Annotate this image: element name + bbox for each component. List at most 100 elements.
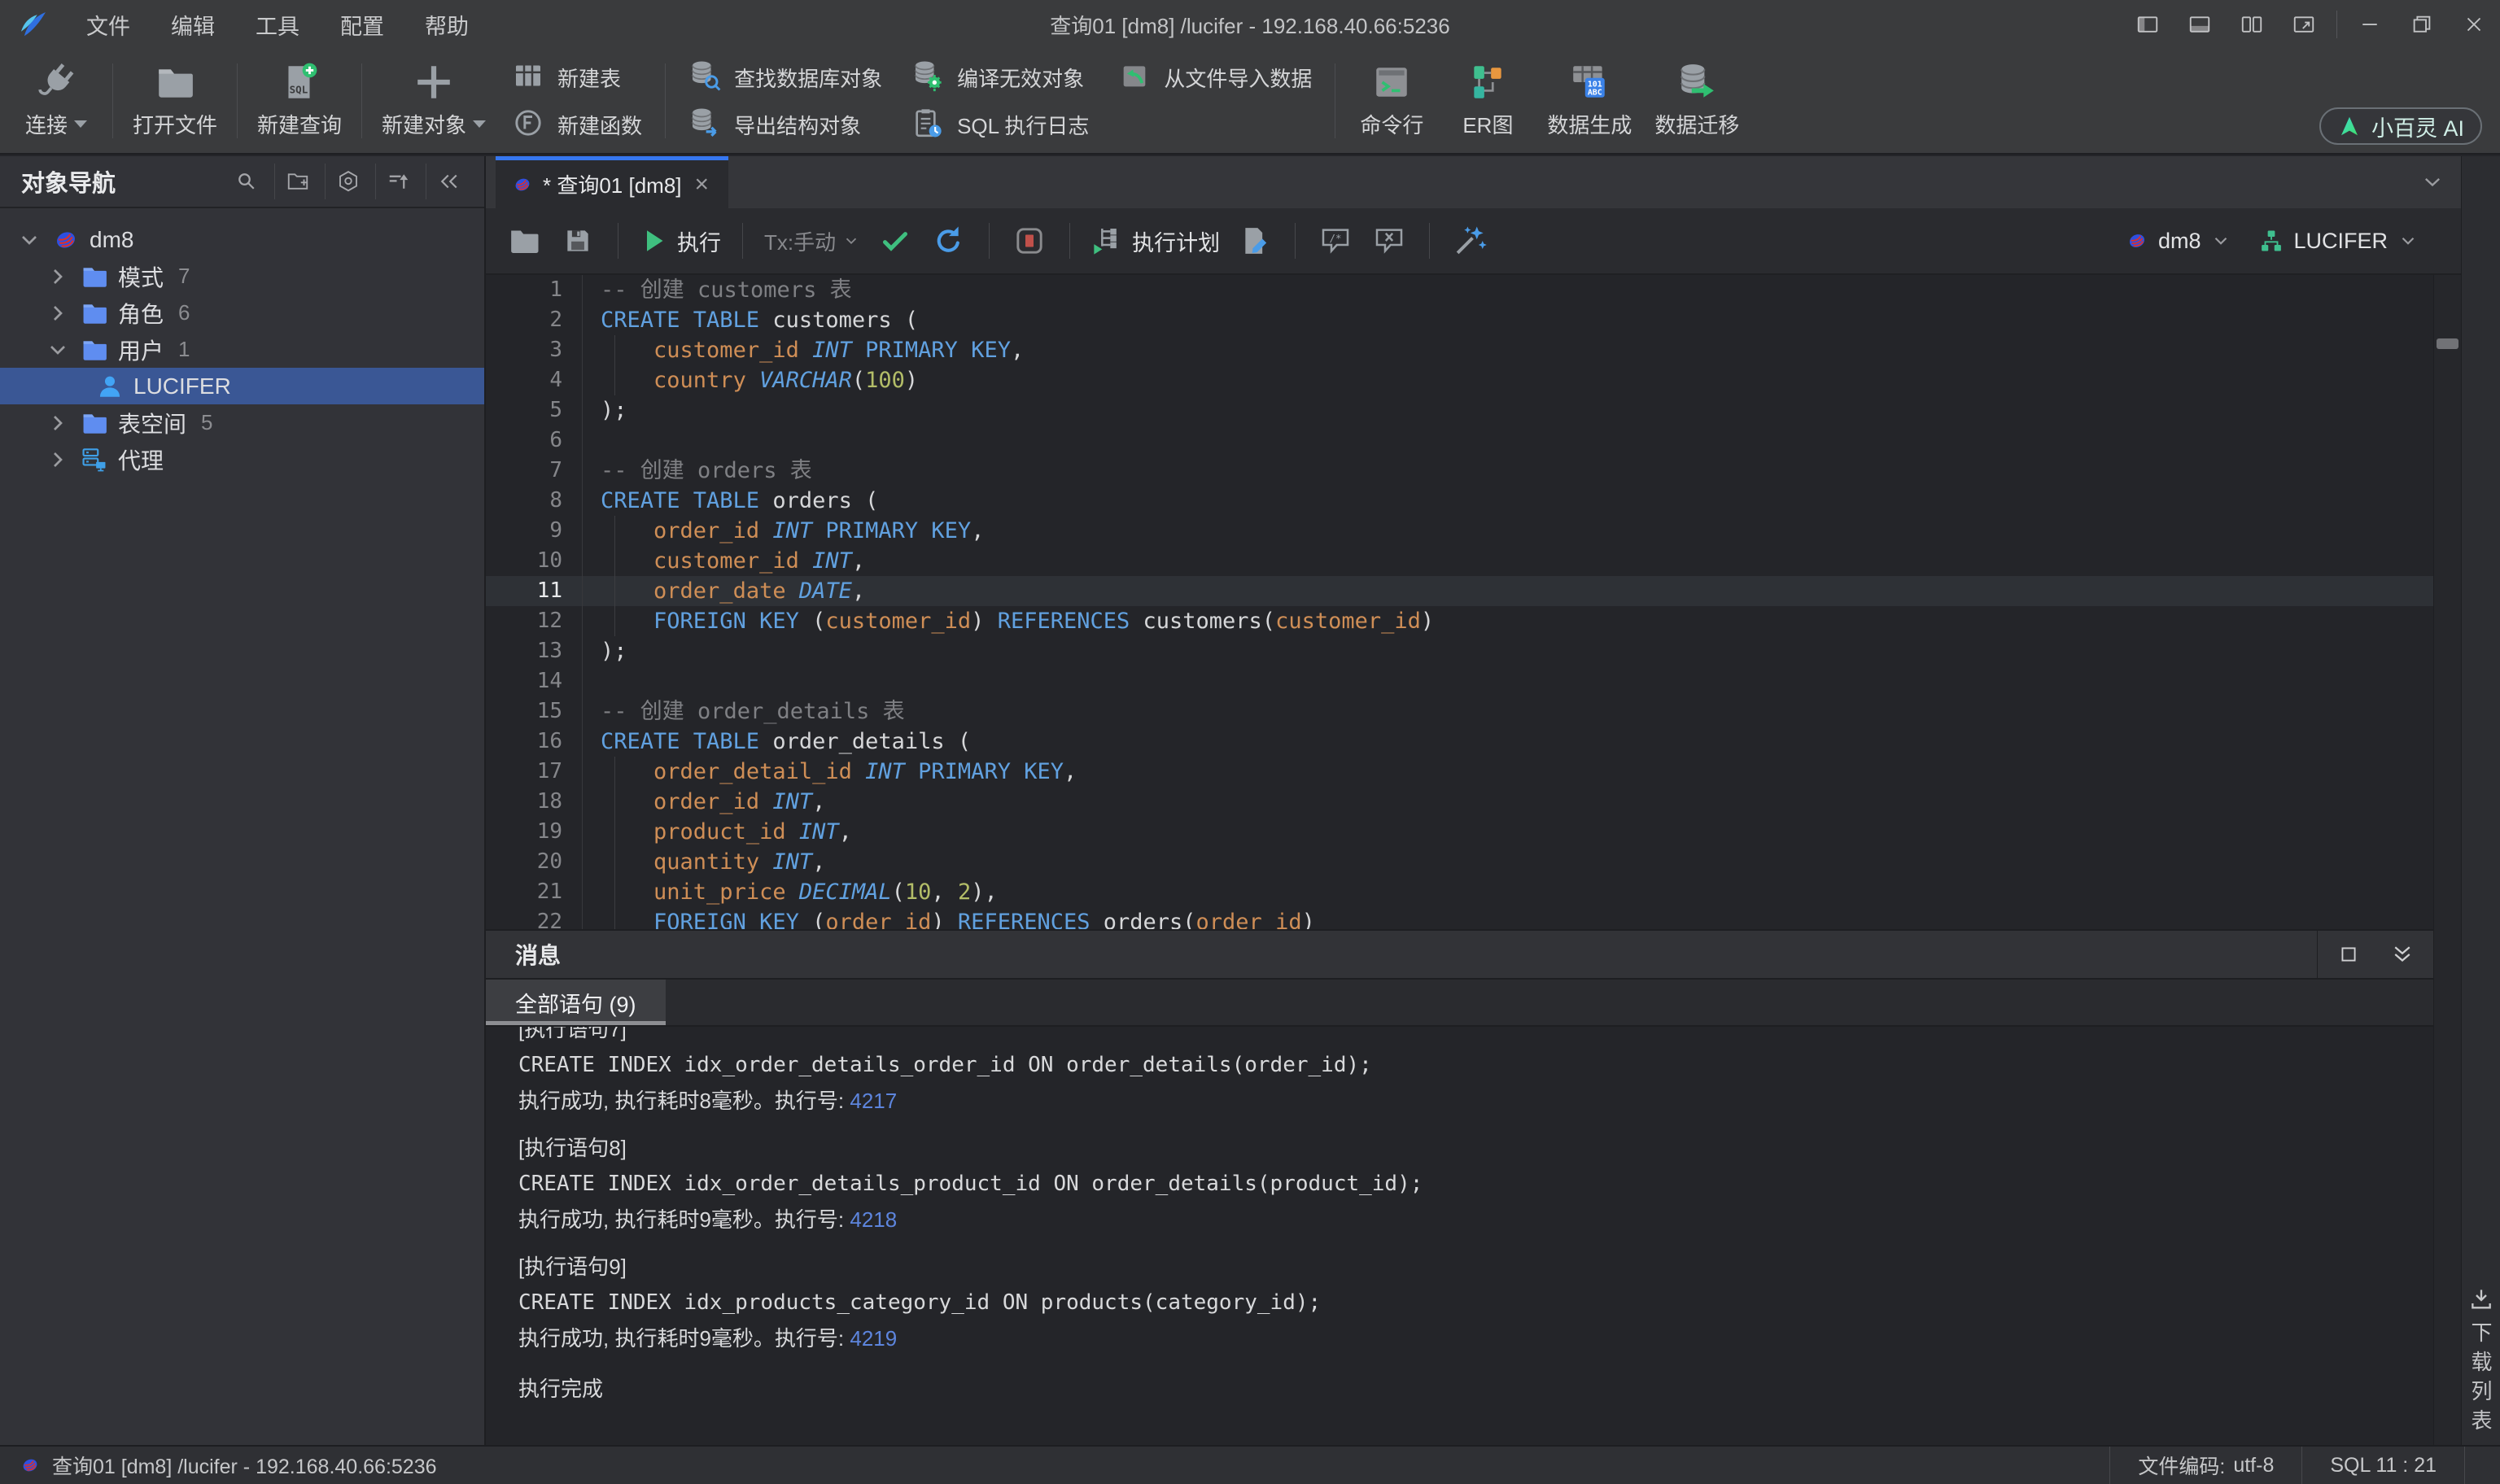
tree-item-count: 1 (178, 337, 190, 362)
code-text: FOREIGN KEY (order_id) REFERENCES orders… (582, 907, 2461, 929)
command-line-button[interactable]: 命令行 (1344, 49, 1440, 153)
execute-button[interactable]: 执行 (640, 225, 721, 257)
search-button[interactable] (224, 164, 269, 199)
restore-button[interactable] (2396, 0, 2448, 49)
tree-item-schemas[interactable]: 模式 7 (0, 258, 484, 295)
code-line: 4 country VARCHAR(100) (486, 365, 2461, 395)
code-text: order_id INT PRIMARY KEY, (582, 516, 2461, 546)
code-line: 2CREATE TABLE customers ( (486, 305, 2461, 335)
tree-item-lucifer[interactable]: LUCIFER (0, 368, 484, 404)
line-number: 17 (486, 757, 582, 787)
import-data-button[interactable]: 从文件导入数据 (1110, 55, 1320, 99)
chevron-down-icon (2397, 230, 2419, 251)
new-function-button[interactable]: 新建函数 (504, 103, 650, 146)
find-db-object-button[interactable]: 查找数据库对象 (680, 55, 890, 99)
code-text: country VARCHAR(100) (582, 365, 2461, 395)
remove-comment-button[interactable] (1370, 222, 1408, 260)
svg-text:/*: /* (1330, 232, 1342, 244)
tab-overflow-button[interactable] (2404, 156, 2461, 208)
cursor-position-value: SQL 11 : 21 (2330, 1454, 2437, 1477)
export-result-button[interactable] (1236, 222, 1274, 260)
layout-popout-button[interactable] (2278, 0, 2330, 49)
new-object-label: 新建对象 (382, 109, 466, 139)
ai-assistant-button[interactable]: 小百灵 AI (2319, 107, 2482, 145)
line-number: 14 (486, 666, 582, 696)
minimize-button[interactable] (2344, 0, 2396, 49)
menu-tools[interactable]: 工具 (241, 4, 314, 46)
layout-split-button[interactable] (2226, 0, 2278, 49)
new-table-button[interactable]: 新建表 (504, 55, 650, 99)
menu-edit[interactable]: 编辑 (156, 4, 229, 46)
message-block: [执行语句7]CREATE INDEX idx_order_details_or… (518, 1027, 2428, 1115)
sql-editor[interactable]: 1-- 创建 customers 表2CREATE TABLE customer… (486, 275, 2461, 929)
chevron-down-icon[interactable] (16, 227, 42, 253)
database-export-icon (688, 107, 724, 142)
function-icon (512, 107, 548, 142)
tab-query01[interactable]: * 查询01 [dm8] × (496, 156, 728, 208)
compile-invalid-button[interactable]: 编译无效对象 (903, 55, 1097, 99)
compile-log-group: 编译无效对象 SQL 执行日志 (897, 49, 1104, 153)
layout-sidebar-button[interactable] (2122, 0, 2174, 49)
scrollbar-thumb[interactable] (2437, 338, 2458, 349)
table-icon (512, 59, 548, 95)
explain-plan-button[interactable]: 执行计划 (1091, 225, 1220, 257)
chevron-right-icon[interactable] (45, 447, 71, 473)
line-number: 19 (486, 817, 582, 847)
connection-select[interactable]: dm8 (2126, 229, 2232, 254)
export-structure-button[interactable]: 导出结构对象 (680, 103, 890, 146)
collapse-panel-button[interactable] (426, 164, 471, 199)
new-query-button[interactable]: SQL 新建查询 (246, 49, 353, 153)
tree-item-dm8[interactable]: dm8 (0, 221, 484, 258)
layout-panel-button[interactable] (2174, 0, 2226, 49)
editor-toolbar: 执行 Tx:手动 执行计划 /* (486, 208, 2461, 275)
menu-file[interactable]: 文件 (72, 4, 145, 46)
menu-config[interactable]: 配置 (326, 4, 399, 46)
save-button[interactable] (559, 222, 597, 260)
caret-down-icon (473, 120, 486, 128)
tab-all-statements[interactable]: 全部语句 (9) (486, 980, 666, 1025)
settings-button[interactable] (325, 164, 370, 199)
download-list-button[interactable]: 下载列表 (2462, 1287, 2500, 1438)
plus-icon (413, 59, 454, 106)
rollback-button[interactable] (930, 222, 968, 260)
chevron-right-icon[interactable] (45, 264, 71, 290)
dm8-logo-icon (512, 174, 533, 195)
chevron-right-icon[interactable] (45, 410, 71, 436)
stop-button[interactable] (1011, 222, 1048, 260)
commit-button[interactable] (876, 222, 914, 260)
find-db-object-label: 查找数据库对象 (734, 63, 882, 93)
chevron-down-icon[interactable] (45, 337, 71, 363)
editor-scrollbar[interactable] (2433, 275, 2461, 1445)
open-file-icon-button[interactable] (505, 222, 543, 260)
tree-item-agent[interactable]: 代理 (0, 441, 484, 478)
code-line: 19 product_id INT, (486, 817, 2461, 847)
er-diagram-button[interactable]: ER图 (1440, 49, 1536, 153)
tree-item-roles[interactable]: 角色 6 (0, 295, 484, 331)
connect-button[interactable]: 连接 (8, 49, 104, 153)
new-object-button[interactable]: 新建对象 (370, 49, 497, 153)
close-button[interactable] (2448, 0, 2500, 49)
schema-select[interactable]: LUCIFER (2259, 229, 2419, 254)
statement-status: 执行成功, 执行耗时8毫秒。执行号: 4217 (518, 1087, 2428, 1115)
chevron-right-icon[interactable] (45, 300, 71, 326)
tree-item-tablespaces[interactable]: 表空间 5 (0, 404, 484, 441)
tree-item-users[interactable]: 用户 1 (0, 331, 484, 368)
format-sql-button[interactable] (1451, 222, 1488, 260)
new-folder-button[interactable] (274, 164, 320, 199)
data-migrate-button[interactable]: 数据迁移 (1643, 49, 1750, 153)
message-blocks: [执行语句7]CREATE INDEX idx_order_details_or… (518, 1027, 2428, 1352)
message-log[interactable]: [执行语句7]CREATE INDEX idx_order_details_or… (486, 1027, 2461, 1445)
tx-mode-select[interactable]: Tx:手动 (764, 226, 860, 256)
add-comment-button[interactable]: /* (1317, 222, 1354, 260)
window-title: 查询01 [dm8] /lucifer - 192.168.40.66:5236 (1050, 10, 1449, 40)
tab-close-icon[interactable]: × (692, 171, 713, 199)
code-line: 21 unit_price DECIMAL(10, 2), (486, 877, 2461, 907)
collapse-panel-button[interactable] (2380, 936, 2425, 972)
sort-button[interactable] (375, 164, 421, 199)
data-generate-button[interactable]: 101ABC 数据生成 (1536, 49, 1643, 153)
maximize-panel-button[interactable] (2326, 936, 2371, 972)
open-file-button[interactable]: 打开文件 (121, 49, 229, 153)
code-text: CREATE TABLE customers ( (582, 305, 2461, 335)
menu-help[interactable]: 帮助 (410, 4, 483, 46)
sql-log-button[interactable]: SQL 执行日志 (903, 103, 1097, 146)
